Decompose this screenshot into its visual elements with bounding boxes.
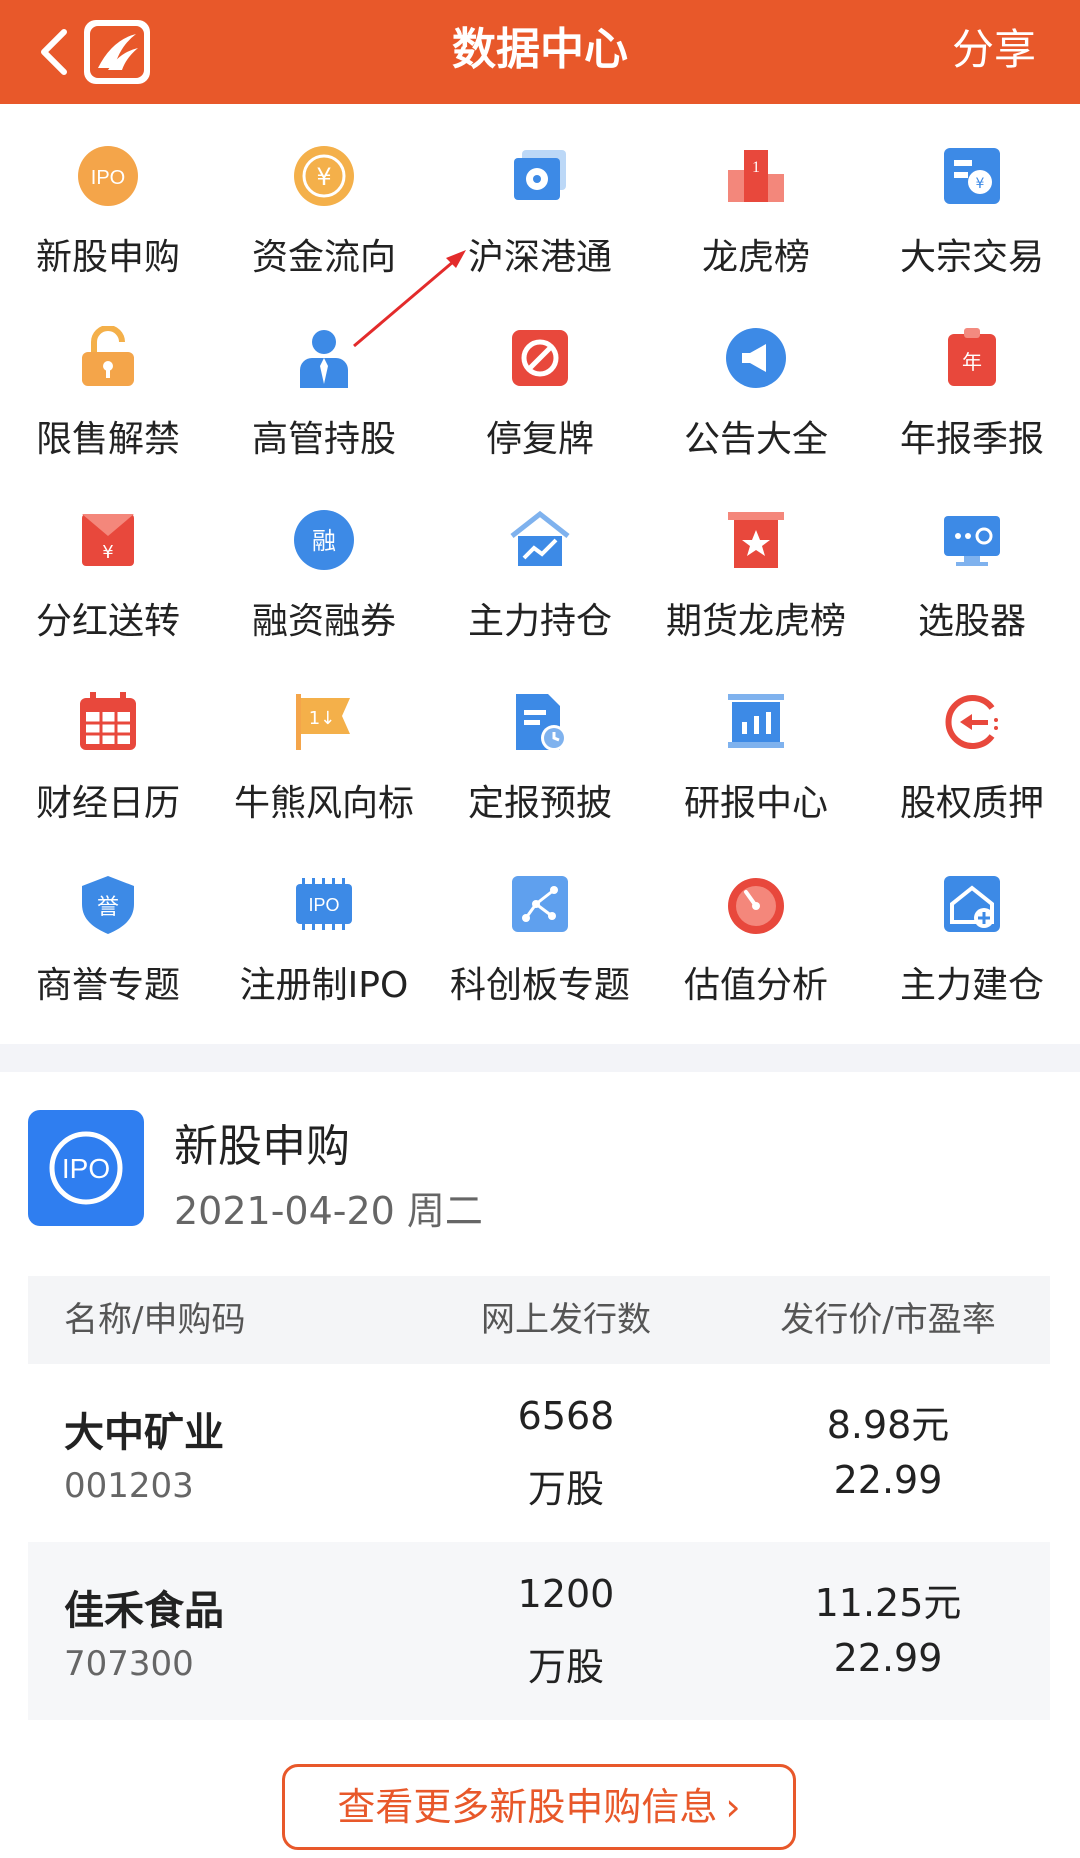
executive-icon	[300, 330, 348, 388]
grid-item-annual-reports[interactable]: 年 年报季报	[864, 286, 1080, 468]
svg-text:¥: ¥	[102, 542, 113, 563]
grid-item-main-accumulation[interactable]: 主力建仓	[864, 832, 1080, 1014]
grid-item-announcements[interactable]: 公告大全	[648, 286, 864, 468]
block-trade-icon: ¥	[944, 148, 1000, 204]
screener-icon	[944, 516, 1000, 566]
issue-unit: 万股	[527, 1645, 604, 1689]
dividend-envelope-icon: ¥	[82, 514, 134, 566]
table-header: 名称/申购码 网上发行数 发行价/市盈率	[28, 1276, 1050, 1364]
ipo-table: 名称/申购码 网上发行数 发行价/市盈率 大中矿业 001203 6568 万股…	[28, 1276, 1050, 1720]
hk-flower-icon	[514, 150, 566, 200]
ipo-chip-icon: IPO	[296, 878, 352, 930]
pe-ratio: 22.99	[833, 1636, 943, 1680]
ipo-section-icon: IPO	[28, 1110, 144, 1226]
grid-item-stock-connect[interactable]: 沪深港通	[432, 104, 648, 286]
svg-text:年: 年	[962, 350, 982, 374]
issue-price: 8.98元	[826, 1403, 950, 1447]
column-header-price: 发行价/市盈率	[780, 1300, 996, 1340]
table-row[interactable]: 大中矿业 001203 6568 万股 8.98元 22.99	[28, 1364, 1050, 1542]
ipo-icon: IPO	[78, 146, 138, 206]
share-button[interactable]: 分享	[952, 0, 1036, 104]
grid-item-lockup-release[interactable]: 限售解禁	[0, 286, 216, 468]
chevron-right-icon: ›	[725, 1785, 741, 1829]
pledge-icon	[945, 695, 998, 749]
svg-text:1↓: 1↓	[309, 708, 336, 729]
issue-count: 6568	[517, 1394, 615, 1438]
svg-text:¥: ¥	[976, 176, 985, 192]
grid-item-new-ipo[interactable]: IPO 新股申购	[0, 104, 216, 286]
svg-text:IPO: IPO	[62, 1153, 110, 1184]
top-bar: 数据中心 分享	[0, 0, 1080, 104]
grid-item-main-holdings[interactable]: 主力持仓	[432, 468, 648, 650]
gauge-icon	[728, 878, 784, 934]
issue-price: 11.25元	[814, 1581, 962, 1625]
svg-text:1: 1	[752, 159, 760, 176]
ipo-section-title: 新股申购	[174, 1121, 350, 1172]
grid-item-finance-calendar[interactable]: 财经日历	[0, 650, 216, 832]
column-header-issue: 网上发行数	[481, 1300, 651, 1340]
issue-unit: 万股	[527, 1467, 604, 1511]
annual-report-icon: 年	[948, 328, 996, 386]
suspend-icon	[512, 330, 568, 386]
ipo-section-date: 2021-04-20 周二	[174, 1189, 483, 1233]
grid-item-executive-holdings[interactable]: 高管持股	[216, 286, 432, 468]
futures-star-icon	[728, 512, 784, 568]
grid-item-valuation[interactable]: 估值分析	[648, 832, 864, 1014]
grid-item-block-trade[interactable]: ¥ 大宗交易	[864, 104, 1080, 286]
flag-icon: 1↓	[296, 694, 350, 750]
grid-item-futures-dragon-tiger[interactable]: 期货龙虎榜	[648, 468, 864, 650]
star-market-icon	[512, 876, 568, 932]
svg-text:IPO: IPO	[308, 895, 339, 915]
grid-item-dividends[interactable]: ¥ 分红送转	[0, 468, 216, 650]
grid-item-equity-pledge[interactable]: 股权质押	[864, 650, 1080, 832]
svg-text:融: 融	[312, 527, 336, 555]
column-header-name: 名称/申购码	[64, 1300, 246, 1340]
podium-icon: 1	[728, 150, 784, 202]
grid-item-report-schedule[interactable]: 定报预披	[432, 650, 648, 832]
grid-item-margin-trading[interactable]: 融 融资融券	[216, 468, 432, 650]
grid-item-suspension[interactable]: 停复牌	[432, 286, 648, 468]
unlock-icon	[82, 326, 134, 386]
calendar-icon	[80, 692, 136, 750]
issue-count: 1200	[517, 1572, 615, 1616]
stock-code: 707300	[64, 1644, 194, 1684]
page-title: 数据中心	[452, 24, 628, 75]
goodwill-shield-icon: 誉	[82, 876, 134, 934]
stock-name: 佳禾食品	[64, 1588, 224, 1634]
grid-item-research-center[interactable]: 研报中心	[648, 650, 864, 832]
svg-text:IPO: IPO	[91, 167, 125, 189]
grid-item-fund-flow[interactable]: ¥ 资金流向	[216, 104, 432, 286]
grid-item-stock-screener[interactable]: 选股器	[864, 468, 1080, 650]
research-chart-icon	[728, 694, 784, 748]
house-chart-icon	[510, 510, 570, 566]
stock-code: 001203	[64, 1466, 194, 1506]
more-ipo-button[interactable]: 查看更多新股申购信息 ›	[282, 1764, 796, 1850]
grid-item-dragon-tiger[interactable]: 1 龙虎榜	[648, 104, 864, 286]
svg-text:誉: 誉	[97, 895, 119, 920]
table-row[interactable]: 佳禾食品 707300 1200 万股 11.25元 22.99	[28, 1542, 1050, 1720]
grid-item-star-market[interactable]: 科创板专题	[432, 832, 648, 1014]
grid-item-registration-ipo[interactable]: IPO 注册制IPO	[216, 832, 432, 1014]
margin-icon: 融	[294, 510, 354, 570]
house-plus-icon	[944, 876, 1000, 932]
grid-item-goodwill[interactable]: 誉 商誉专题	[0, 832, 216, 1014]
yen-coin-icon: ¥	[294, 146, 354, 206]
announcement-icon	[726, 328, 786, 388]
svg-text:¥: ¥	[316, 163, 331, 191]
stock-name: 大中矿业	[64, 1410, 224, 1456]
report-clock-icon	[516, 694, 567, 751]
grid-item-bull-bear-indicator[interactable]: 1↓ 牛熊风向标	[216, 650, 432, 832]
pe-ratio: 22.99	[833, 1458, 943, 1502]
section-divider	[0, 1044, 1080, 1072]
feature-grid: IPO 新股申购 ¥ 资金流向 沪深港通 1 龙虎榜 ¥ 大宗交易 限售解禁 高…	[0, 104, 1080, 1044]
more-ipo-label: 查看更多新股申购信息	[337, 1785, 718, 1829]
